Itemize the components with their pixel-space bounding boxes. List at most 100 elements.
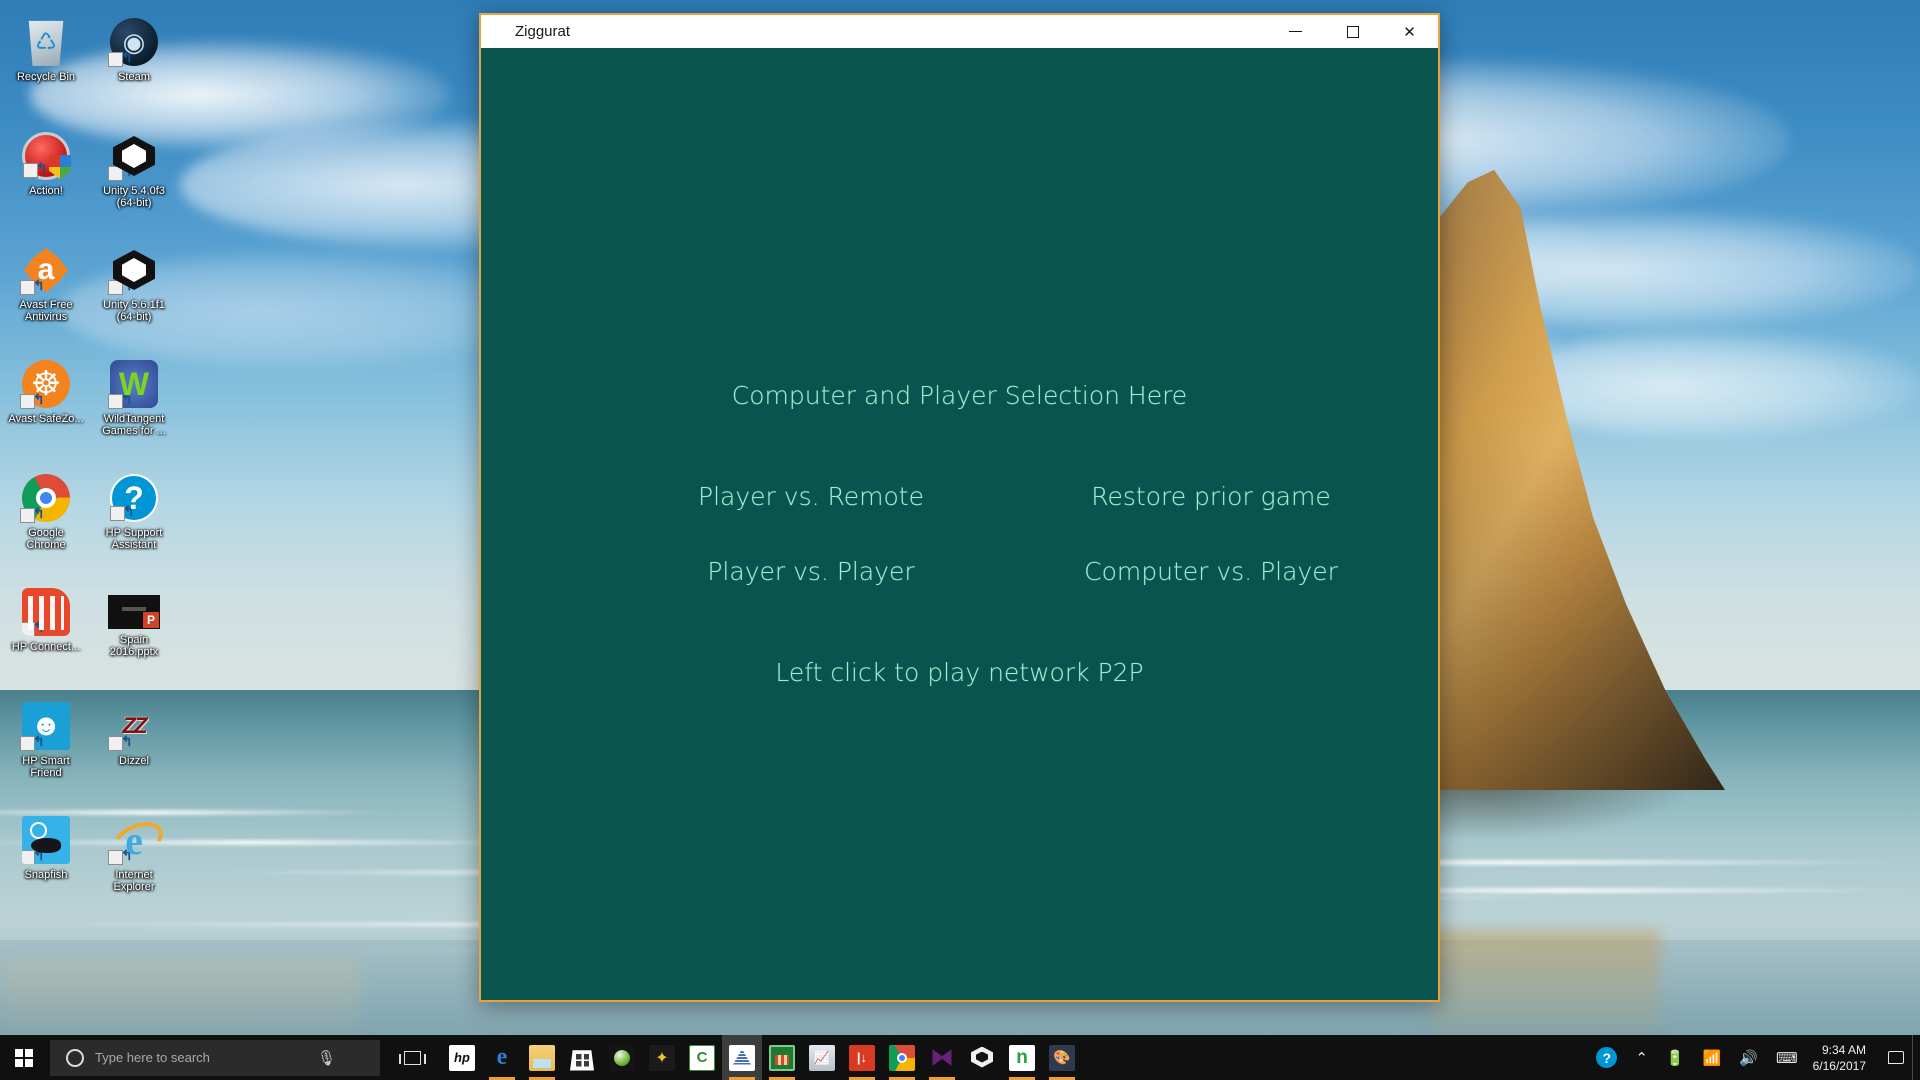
desktop-icon-dizzel[interactable]: Dizzel xyxy=(96,698,172,804)
desktop-icon-avast-free-antivirus[interactable]: Avast Free Antivirus xyxy=(8,242,84,348)
desktop-icon-label: Avast Free Antivirus xyxy=(19,299,73,323)
show-desktop-button[interactable] xyxy=(1912,1035,1920,1080)
clock-date: 6/16/2017 xyxy=(1812,1058,1866,1073)
chrome-icon xyxy=(889,1044,915,1071)
desktop-icon-label: Google Chrome xyxy=(26,527,66,551)
desktop-icon-unity-5-4-0f3-64-bit[interactable]: Unity 5.4.0f3 (64-bit) xyxy=(96,128,172,234)
shortcut-arrow-icon xyxy=(108,394,123,409)
steam-icon xyxy=(108,18,158,67)
taskbar-app-microsoft-store[interactable] xyxy=(562,1035,602,1080)
game-canvas[interactable]: Computer and Player Selection Here Playe… xyxy=(481,48,1438,1000)
desktop-icon-wildtangent-games-for[interactable]: WildTangent Games for ... xyxy=(96,356,172,462)
hp-smart-friend-icon xyxy=(20,702,70,751)
taskbar-app-cyberlink[interactable] xyxy=(682,1035,722,1080)
powerpoint-file-icon xyxy=(108,595,160,629)
shortcut-arrow-icon xyxy=(20,508,35,523)
window-title: Ziggurat xyxy=(515,22,571,40)
shortcut-arrow-icon xyxy=(22,622,35,636)
desktop-icon-hp-smart-friend[interactable]: HP Smart Friend xyxy=(8,698,84,804)
internet-explorer-icon xyxy=(108,816,158,865)
microphone-icon[interactable]: 🎙 xyxy=(317,1049,336,1067)
taskbar-app-ziggurat[interactable] xyxy=(722,1035,762,1080)
tray-network-icon[interactable]: 📶 xyxy=(1694,1035,1731,1080)
taskbar-app-action-recorder[interactable] xyxy=(602,1035,642,1080)
task-view-button[interactable] xyxy=(390,1035,434,1080)
taskbar-app-paint[interactable] xyxy=(1042,1035,1082,1080)
unity-icon xyxy=(108,132,158,181)
desktop-icon-action[interactable]: Action! xyxy=(8,128,84,234)
hp-support-icon xyxy=(110,474,158,522)
taskbar-app-file-explorer[interactable] xyxy=(522,1035,562,1080)
minimize-button[interactable] xyxy=(1267,15,1324,48)
ziggurat-icon xyxy=(490,23,507,40)
close-button[interactable]: ✕ xyxy=(1381,15,1438,48)
file-explorer-icon xyxy=(529,1044,555,1071)
desktop-icon-steam[interactable]: Steam xyxy=(96,14,172,120)
window-titlebar[interactable]: Ziggurat ✕ xyxy=(481,15,1438,48)
shortcut-arrow-icon xyxy=(108,52,123,67)
cyberlink-icon xyxy=(689,1044,715,1071)
shortcut-arrow-icon xyxy=(20,736,35,751)
microsoft-store-icon xyxy=(570,1050,594,1071)
option-restore-prior-game[interactable]: Restore prior game xyxy=(1001,482,1421,511)
desktop-icon-spain-2016-pptx[interactable]: Spain 2016.pptx xyxy=(96,584,172,690)
tray-hp-support-icon-glyph xyxy=(1596,1047,1618,1068)
clock-time: 9:34 AM xyxy=(1821,1042,1866,1057)
desktop-icon-label: Unity 5.6.1f1 (64-bit) xyxy=(103,299,165,323)
taskbar-app-list xyxy=(442,1035,1082,1080)
tray-hp-support-icon[interactable] xyxy=(1587,1035,1626,1080)
option-player-vs-player[interactable]: Player vs. Player xyxy=(601,557,1021,586)
ziggurat-window[interactable]: Ziggurat ✕ Computer and Player Selection… xyxy=(479,13,1440,1002)
taskbar-app-unity[interactable] xyxy=(962,1035,1002,1080)
taskbar-app-edge[interactable] xyxy=(482,1035,522,1080)
option-player-vs-remote[interactable]: Player vs. Remote xyxy=(601,482,1021,511)
desktop-icon-google-chrome[interactable]: Google Chrome xyxy=(8,470,84,576)
desktop-icon-snapfish[interactable]: Snapfish xyxy=(8,812,84,918)
network-hint-text: Left click to play network P2P xyxy=(775,658,1144,687)
notification-center-button[interactable] xyxy=(1880,1035,1912,1080)
shortcut-arrow-icon xyxy=(22,850,35,864)
taskbar-app-hp[interactable] xyxy=(442,1035,482,1080)
ziggurat-icon xyxy=(729,1044,755,1071)
tray-keyboard-icon[interactable]: ⌨ xyxy=(1767,1035,1807,1080)
taskbar-app-red-tool[interactable] xyxy=(842,1035,882,1080)
search-input[interactable]: Type here to search 🎙 xyxy=(50,1039,380,1076)
games-icon xyxy=(649,1044,675,1071)
window-controls: ✕ xyxy=(1267,15,1438,48)
maximize-button[interactable] xyxy=(1324,15,1381,48)
avast-safezone-icon xyxy=(20,360,70,409)
desktop-icon-unity-5-6-1f1-64-bit[interactable]: Unity 5.6.1f1 (64-bit) xyxy=(96,242,172,348)
taskbar-app-green-tool[interactable] xyxy=(762,1035,802,1080)
option-computer-vs-player[interactable]: Computer vs. Player xyxy=(1001,557,1421,586)
action-recorder-icon xyxy=(609,1044,635,1071)
tray-volume-icon[interactable]: 🔊 xyxy=(1730,1035,1767,1080)
desktop-icon-hp-connect[interactable]: HP Connect... xyxy=(8,584,84,690)
tray-battery-icon[interactable]: 🔋 xyxy=(1657,1035,1694,1080)
cortana-icon xyxy=(66,1048,84,1067)
shortcut-arrow-icon xyxy=(20,280,35,295)
desktop-icon-label: HP Smart Friend xyxy=(22,755,70,779)
desktop-icon-avast-safezo[interactable]: Avast SafeZo... xyxy=(8,356,84,462)
start-button[interactable] xyxy=(0,1035,48,1080)
taskbar-app-system-monitor[interactable] xyxy=(802,1035,842,1080)
desktop-icon-label: Spain 2016.pptx xyxy=(109,634,159,658)
tray-show-hidden-icons[interactable]: ⌃ xyxy=(1626,1035,1657,1080)
green-tool-icon xyxy=(769,1044,795,1071)
taskbar-app-visual-studio[interactable] xyxy=(922,1035,962,1080)
paint-icon xyxy=(1049,1044,1075,1071)
taskbar: Type here to search 🎙 ⌃🔋📶🔊⌨9:34 AM6/16/2… xyxy=(0,1035,1920,1080)
task-view-icon xyxy=(398,1050,426,1065)
clock[interactable]: 9:34 AM 6/16/2017 xyxy=(1807,1035,1880,1080)
chrome-icon xyxy=(20,474,70,523)
shortcut-arrow-icon xyxy=(108,850,123,865)
shortcut-arrow-icon xyxy=(23,163,38,178)
desktop-icon-label: Avast SafeZo... xyxy=(8,413,84,425)
taskbar-app-chrome[interactable] xyxy=(882,1035,922,1080)
hp-connect-icon xyxy=(22,588,70,636)
taskbar-app-games[interactable] xyxy=(642,1035,682,1080)
desktop-icon-hp-support-assistant[interactable]: HP Support Assistant xyxy=(96,470,172,576)
desktop-icon-label: Recycle Bin xyxy=(16,71,76,83)
taskbar-app-nsoft[interactable] xyxy=(1002,1035,1042,1080)
desktop-icon-internet-explorer[interactable]: Internet Explorer xyxy=(96,812,172,918)
desktop-icon-recycle-bin[interactable]: Recycle Bin xyxy=(8,14,84,120)
